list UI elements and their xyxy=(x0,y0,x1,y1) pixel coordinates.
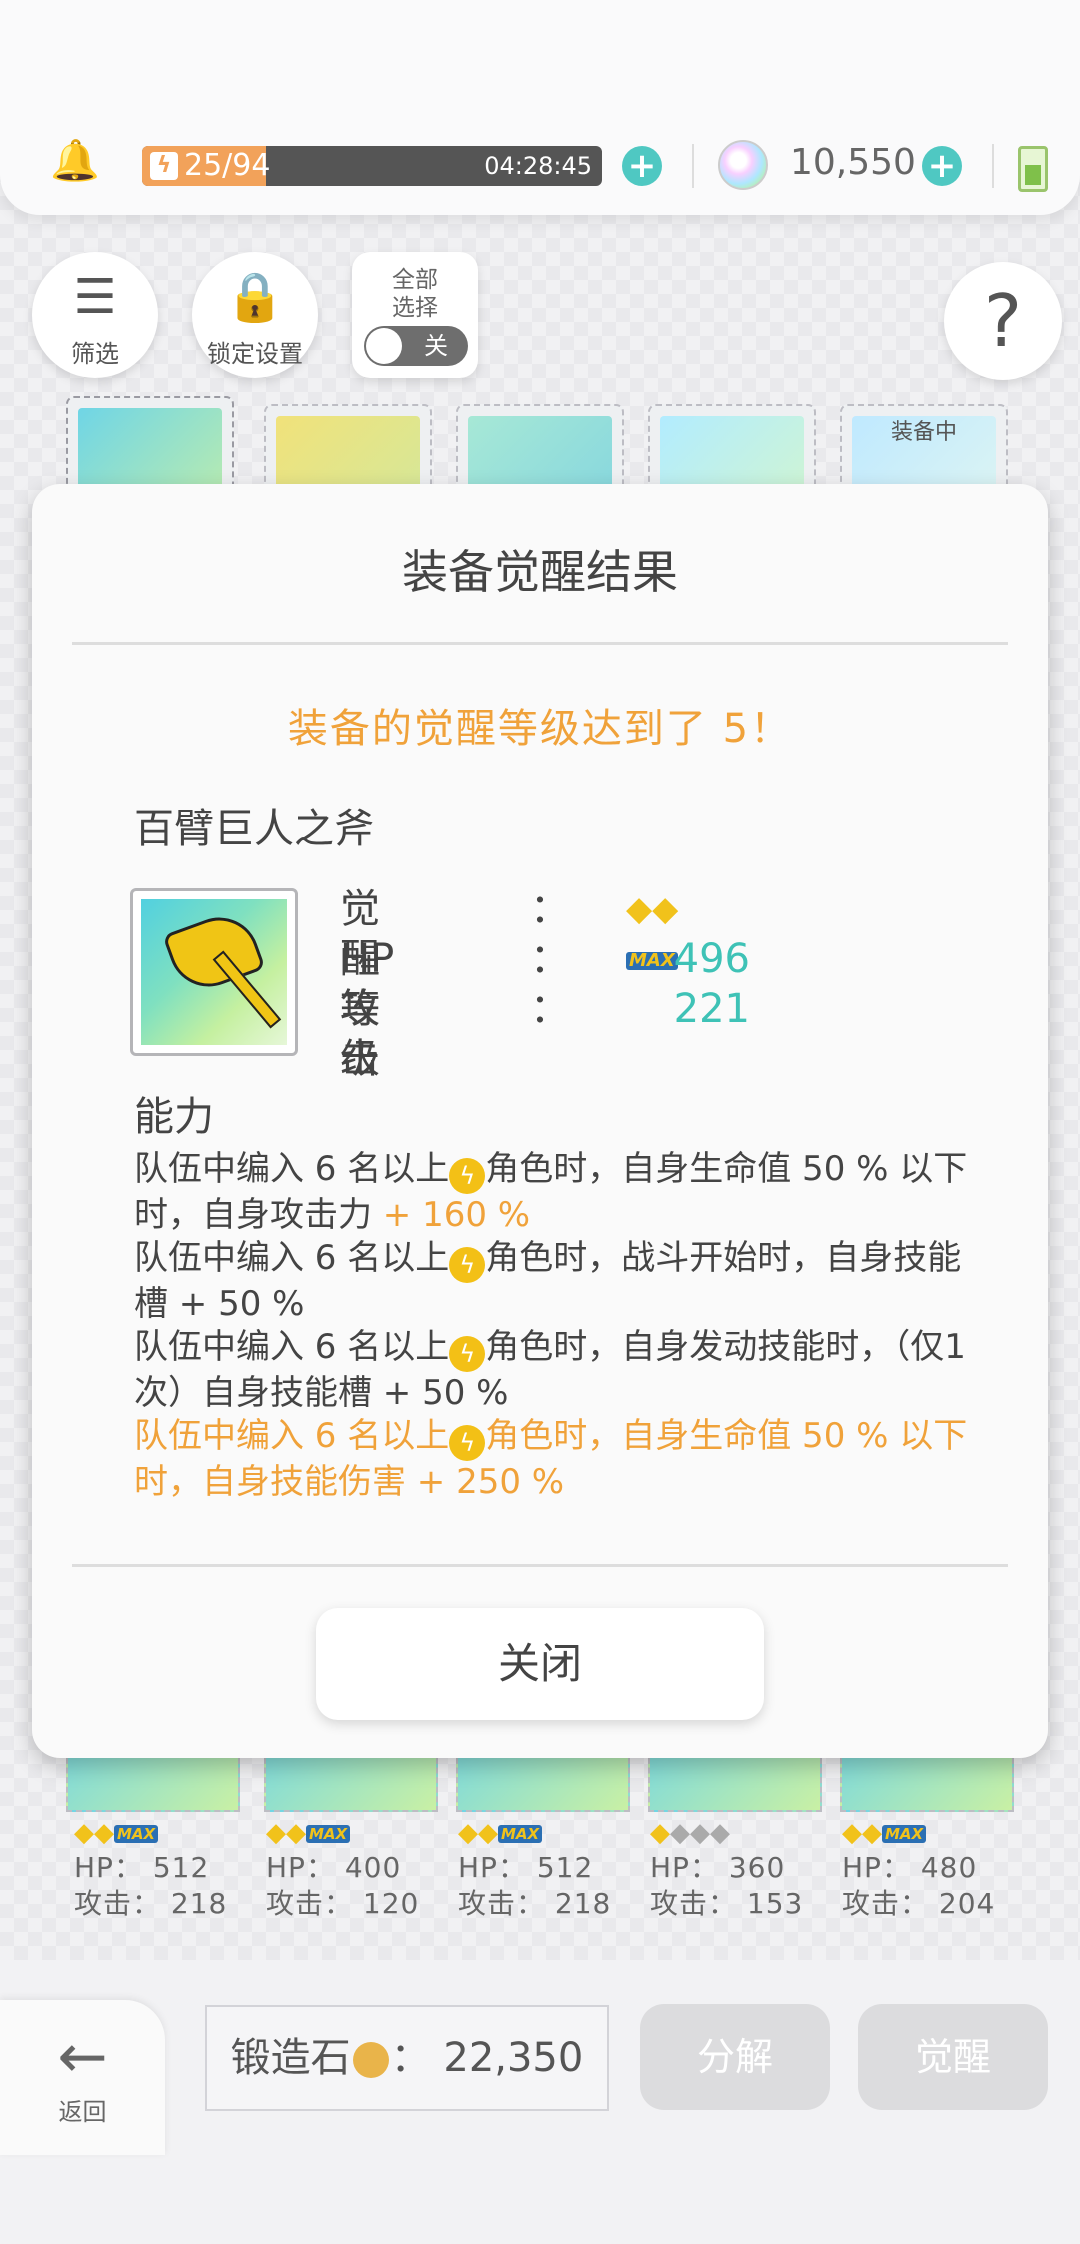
tile-stats: ◆◆ MAX HP： 512 攻击： 218 xyxy=(458,1816,611,1922)
lightning-icon: ϟ xyxy=(449,1425,486,1461)
gem-icon xyxy=(718,140,768,190)
awaken-stars: ◆◆MAX xyxy=(266,1816,419,1850)
tile-hp: HP： 400 xyxy=(266,1851,402,1884)
divider xyxy=(72,642,1008,645)
lightning-icon: ϟ xyxy=(449,1158,486,1194)
tile-attack: 攻击： 218 xyxy=(74,1887,228,1920)
lightning-icon: ϟ xyxy=(449,1336,486,1372)
tile-hp: HP： 512 xyxy=(458,1851,594,1884)
battery-icon xyxy=(1018,146,1048,192)
tile-attack: 攻击： 120 xyxy=(266,1887,420,1920)
tile-hp: HP： 512 xyxy=(74,1851,210,1884)
awaken-stars: ◆◆MAX xyxy=(842,1816,995,1850)
hp-value: 496 xyxy=(673,936,750,982)
colon: ： xyxy=(530,986,570,1032)
add-gems-button[interactable]: + xyxy=(922,146,962,186)
lock-label: 锁定设置 xyxy=(207,340,303,368)
divider xyxy=(72,1564,1008,1567)
awaken-notice: 装备的觉醒等级达到了 5！ xyxy=(287,706,793,752)
select-all-panel: 全部选择 关 xyxy=(352,252,478,378)
stamina-timer: 04:28:45 xyxy=(484,152,592,180)
dialog-title: 装备觉醒结果 xyxy=(402,545,678,599)
back-button[interactable]: ← 返回 xyxy=(0,2000,165,2155)
axe-icon xyxy=(141,899,287,1045)
tile-stats: ◆◆◆◆ HP： 360 攻击： 153 xyxy=(650,1816,803,1922)
add-stamina-button[interactable]: + xyxy=(622,146,662,186)
tile-stats: ◆◆ MAX HP： 400 攻击： 120 xyxy=(266,1816,419,1922)
lock-icon: 🔒 xyxy=(225,269,285,325)
tile-hp: HP： 360 xyxy=(650,1851,786,1884)
ability-line: 队伍中编入 6 名以上 ϟ 角色时，自身发动技能时，（仅1次）自身技能槽 + 50 … xyxy=(134,1327,966,1413)
forge-stone-icon xyxy=(352,2042,389,2078)
filter-button[interactable]: ☰ 筛选 xyxy=(32,252,158,378)
forge-stone-value: ： 22,350 xyxy=(390,2035,584,2081)
ability-title: 能力 xyxy=(134,1094,214,1140)
divider xyxy=(992,144,994,188)
ability-line: 队伍中编入 6 名以上 ϟ 角色时，战斗开始时，自身技能槽 + 50 % xyxy=(134,1238,962,1324)
bell-icon[interactable]: 🔔 xyxy=(50,140,100,182)
item-icon-frame xyxy=(130,888,298,1056)
filter-icon: ☰ xyxy=(73,269,117,325)
tile-attack: 攻击： 204 xyxy=(842,1887,996,1920)
ability-list: 队伍中编入 6 名以上 ϟ 角色时，自身生命值 50 % 以下时，自身攻击力 + 1… xyxy=(134,1148,974,1504)
ability-line-highlight: 队伍中编入 6 名以上 ϟ 角色时，自身生命值 50 % 以下时，自身技能伤害 + … xyxy=(134,1416,968,1502)
awaken-stars: ◆◆MAX xyxy=(74,1816,227,1850)
tile-hp: HP： 480 xyxy=(842,1851,978,1884)
tile-attack: 攻击： 218 xyxy=(458,1887,612,1920)
tile-stats: ◆◆ MAX HP： 480 攻击： 204 xyxy=(842,1816,995,1922)
back-arrow-icon: ← xyxy=(57,2022,108,2092)
back-label: 返回 xyxy=(58,2098,107,2126)
tile-stats: ◆◆ MAX HP： 512 攻击： 218 xyxy=(74,1816,227,1922)
decompose-button[interactable]: 分解 xyxy=(640,2004,830,2110)
stamina-text: 25/94 xyxy=(184,148,271,183)
awaken-button[interactable]: 觉醒 xyxy=(858,2004,1048,2110)
toggle-state: 关 xyxy=(424,332,448,360)
attack-value: 221 xyxy=(673,986,750,1032)
hp-label: HP xyxy=(340,936,395,982)
lightning-icon: ϟ xyxy=(150,152,178,180)
ability-line: 队伍中编入 6 名以上 ϟ 角色时，自身生命值 50 % 以下时，自身攻击力 + 1… xyxy=(134,1149,968,1235)
equipped-tag: 装备中 xyxy=(890,420,957,445)
lightning-icon: ϟ xyxy=(449,1247,486,1283)
item-name: 百臂巨人之斧 xyxy=(134,806,374,852)
stamina-bar: ϟ 25/94 04:28:45 xyxy=(142,146,602,186)
awaken-stars: ◆◆MAX xyxy=(458,1816,611,1850)
select-all-toggle[interactable]: 关 xyxy=(364,326,468,366)
lock-settings-button[interactable]: 🔒 锁定设置 xyxy=(192,252,318,378)
forge-stone-label: 锻造石 xyxy=(230,2035,351,2081)
close-button[interactable]: 关闭 xyxy=(316,1608,764,1720)
divider xyxy=(692,144,694,188)
colon: ： xyxy=(530,886,570,932)
gem-count: 10,550 xyxy=(790,142,916,183)
awaken-result-dialog: 装备觉醒结果 装备的觉醒等级达到了 5！ 百臂巨人之斧 觉醒等级 ： ◆◆MAX… xyxy=(32,484,1048,1758)
attack-label: 攻击 xyxy=(340,986,380,1082)
tile-attack: 攻击： 153 xyxy=(650,1887,804,1920)
toggle-knob xyxy=(366,328,402,364)
select-all-label: 全部选择 xyxy=(392,267,438,321)
filter-label: 筛选 xyxy=(71,340,119,368)
colon: ： xyxy=(530,936,570,982)
forge-stone-counter: 锻造石 ： 22,350 xyxy=(205,2005,609,2111)
help-button[interactable]: ? xyxy=(944,262,1062,380)
awaken-stars: ◆◆◆◆ xyxy=(650,1818,730,1848)
